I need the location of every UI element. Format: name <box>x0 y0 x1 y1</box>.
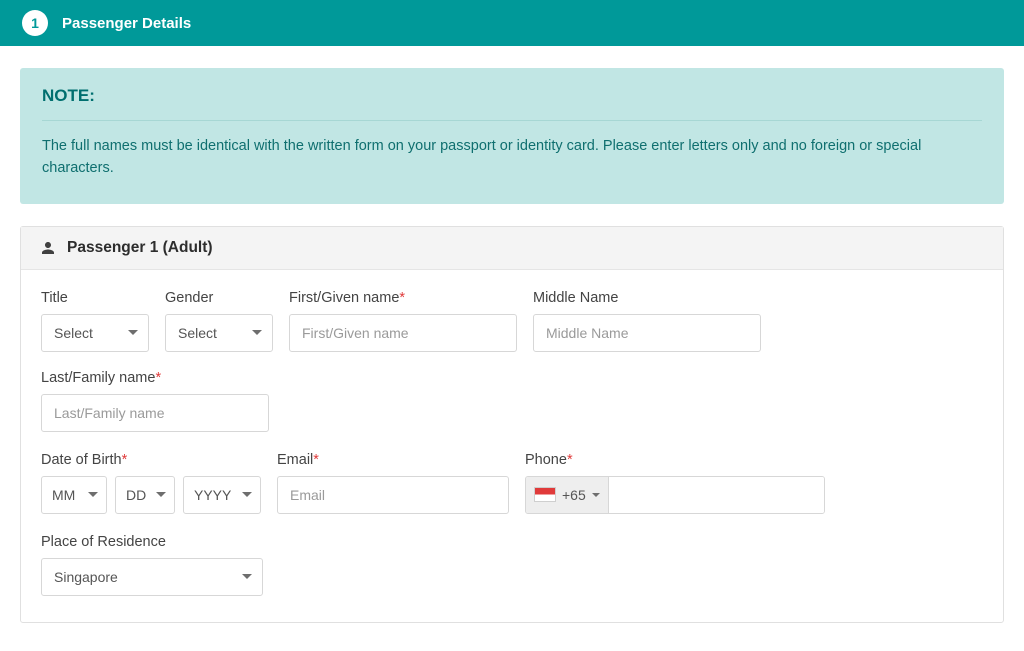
last-name-input[interactable] <box>41 394 269 432</box>
middle-name-input[interactable] <box>533 314 761 352</box>
field-gender: Gender Select <box>165 290 273 352</box>
gender-label: Gender <box>165 290 273 306</box>
first-name-label: First/Given name* <box>289 290 517 306</box>
field-phone: Phone* +65 <box>525 452 825 514</box>
field-last-name: Last/Family name* <box>41 370 269 432</box>
field-email: Email* <box>277 452 509 514</box>
field-dob: Date of Birth* MM DD YYYY <box>41 452 261 514</box>
chevron-down-icon <box>242 492 252 497</box>
residence-value: Singapore <box>54 569 118 585</box>
person-icon <box>39 239 57 257</box>
chevron-down-icon <box>156 492 166 497</box>
gender-select-value: Select <box>178 325 217 341</box>
dob-year-select[interactable]: YYYY <box>183 476 261 514</box>
step-number-badge: 1 <box>22 10 48 36</box>
phone-number-input[interactable] <box>609 477 824 513</box>
gender-select[interactable]: Select <box>165 314 273 352</box>
step-header: 1 Passenger Details <box>0 0 1024 46</box>
form-row-1: Title Select Gender Select First/Given n… <box>41 290 983 432</box>
form-row-3: Place of Residence Singapore <box>41 534 983 596</box>
note-box: NOTE: The full names must be identical w… <box>20 68 1004 204</box>
field-middle-name: Middle Name <box>533 290 761 352</box>
middle-name-label: Middle Name <box>533 290 761 306</box>
phone-dial-code: +65 <box>562 487 586 503</box>
phone-input-group: +65 <box>525 476 825 514</box>
passenger-card: Passenger 1 (Adult) Title Select Gender … <box>20 226 1004 623</box>
dob-month-select[interactable]: MM <box>41 476 107 514</box>
dob-day-value: DD <box>126 487 146 503</box>
passenger-header-label: Passenger 1 (Adult) <box>67 239 213 257</box>
content-area: NOTE: The full names must be identical w… <box>0 46 1024 651</box>
field-title: Title Select <box>41 290 149 352</box>
residence-label: Place of Residence <box>41 534 263 550</box>
note-text: The full names must be identical with th… <box>42 135 982 180</box>
title-label: Title <box>41 290 149 306</box>
chevron-down-icon <box>128 330 138 335</box>
chevron-down-icon <box>88 492 98 497</box>
first-name-input[interactable] <box>289 314 517 352</box>
dob-day-select[interactable]: DD <box>115 476 175 514</box>
flag-sg-icon <box>534 487 556 502</box>
email-input[interactable] <box>277 476 509 514</box>
dob-year-value: YYYY <box>194 487 231 503</box>
dob-label: Date of Birth* <box>41 452 261 468</box>
chevron-down-icon <box>252 330 262 335</box>
phone-country-select[interactable]: +65 <box>526 477 609 513</box>
passenger-form: Title Select Gender Select First/Given n… <box>21 270 1003 622</box>
step-title: Passenger Details <box>62 15 191 32</box>
residence-select[interactable]: Singapore <box>41 558 263 596</box>
phone-label: Phone* <box>525 452 825 468</box>
dob-month-value: MM <box>52 487 75 503</box>
field-residence: Place of Residence Singapore <box>41 534 263 596</box>
title-select[interactable]: Select <box>41 314 149 352</box>
note-heading: NOTE: <box>42 86 982 121</box>
passenger-header: Passenger 1 (Adult) <box>21 227 1003 270</box>
title-select-value: Select <box>54 325 93 341</box>
dob-group: MM DD YYYY <box>41 476 261 514</box>
chevron-down-icon <box>242 574 252 579</box>
email-label: Email* <box>277 452 509 468</box>
form-row-2: Date of Birth* MM DD YYYY <box>41 452 983 514</box>
chevron-down-icon <box>592 493 600 497</box>
field-first-name: First/Given name* <box>289 290 517 352</box>
last-name-label: Last/Family name* <box>41 370 269 386</box>
